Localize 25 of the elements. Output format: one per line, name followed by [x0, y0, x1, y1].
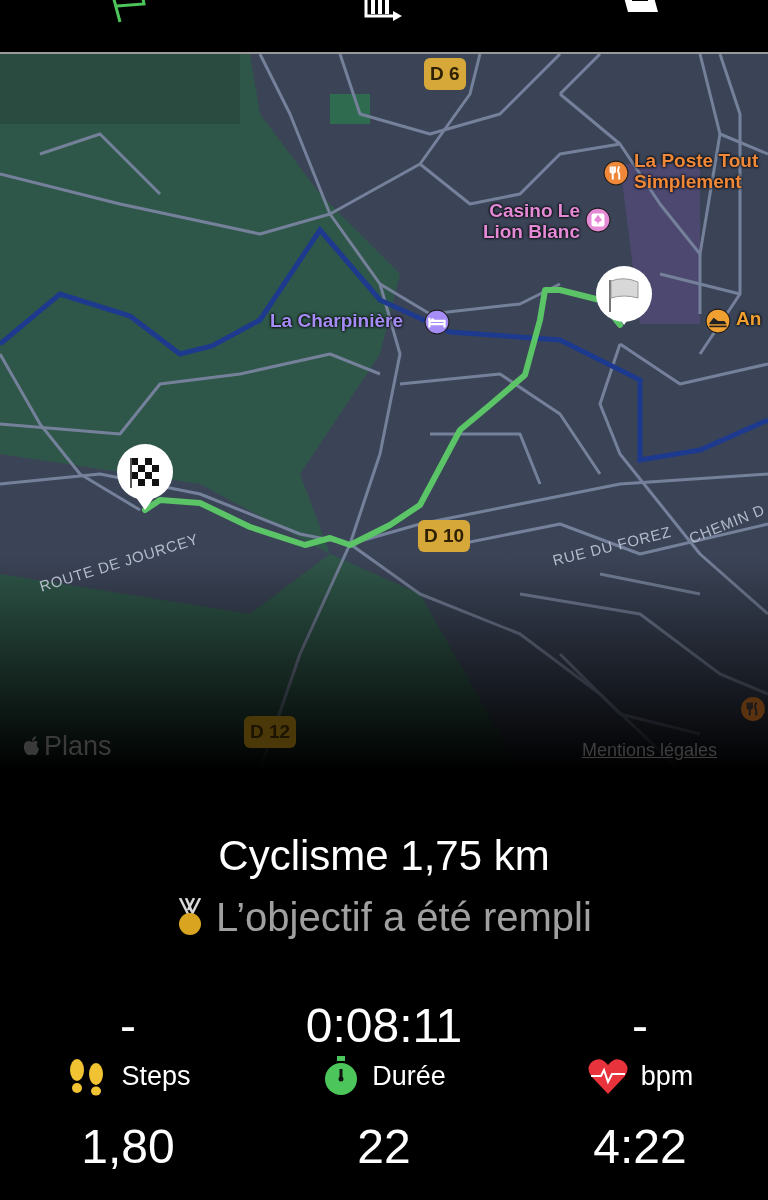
stat-label: Durée: [372, 1060, 446, 1093]
road-number-label: D 10: [418, 520, 471, 552]
restaurant-place-icon[interactable]: [603, 160, 629, 186]
street-name: RUE DU FOREZ: [550, 521, 674, 571]
place-name[interactable]: La Charpinière: [270, 310, 404, 331]
stat-value: 0:08:11: [305, 998, 463, 1054]
road-number-label: D 6: [424, 58, 466, 90]
stat-value: -: [632, 998, 648, 1054]
place-name[interactable]: La Poste Tout Simplement: [634, 150, 768, 192]
stat-value: 4:22: [593, 1118, 687, 1175]
stat-value: 22: [357, 1118, 411, 1175]
stat-value: -: [120, 998, 136, 1054]
stat-value: 1,80: [81, 1118, 175, 1175]
place-name[interactable]: Casino Le Lion Blanc: [456, 200, 580, 242]
stat-label: Steps: [121, 1060, 191, 1093]
shoe-place-icon[interactable]: [705, 308, 731, 334]
workout-title: Cyclisme 1,75 km: [218, 831, 550, 881]
place-name[interactable]: An: [736, 308, 762, 329]
flag-pin[interactable]: [596, 266, 652, 325]
stat-label: bpm: [640, 1060, 694, 1093]
casino-place-icon[interactable]: [585, 207, 611, 233]
checkered-flag-pin[interactable]: [117, 444, 173, 510]
heartbeat-icon: [586, 1057, 629, 1096]
goal-status: L’objectif a été rempli: [216, 894, 592, 941]
hotel-place-icon[interactable]: [424, 309, 450, 335]
